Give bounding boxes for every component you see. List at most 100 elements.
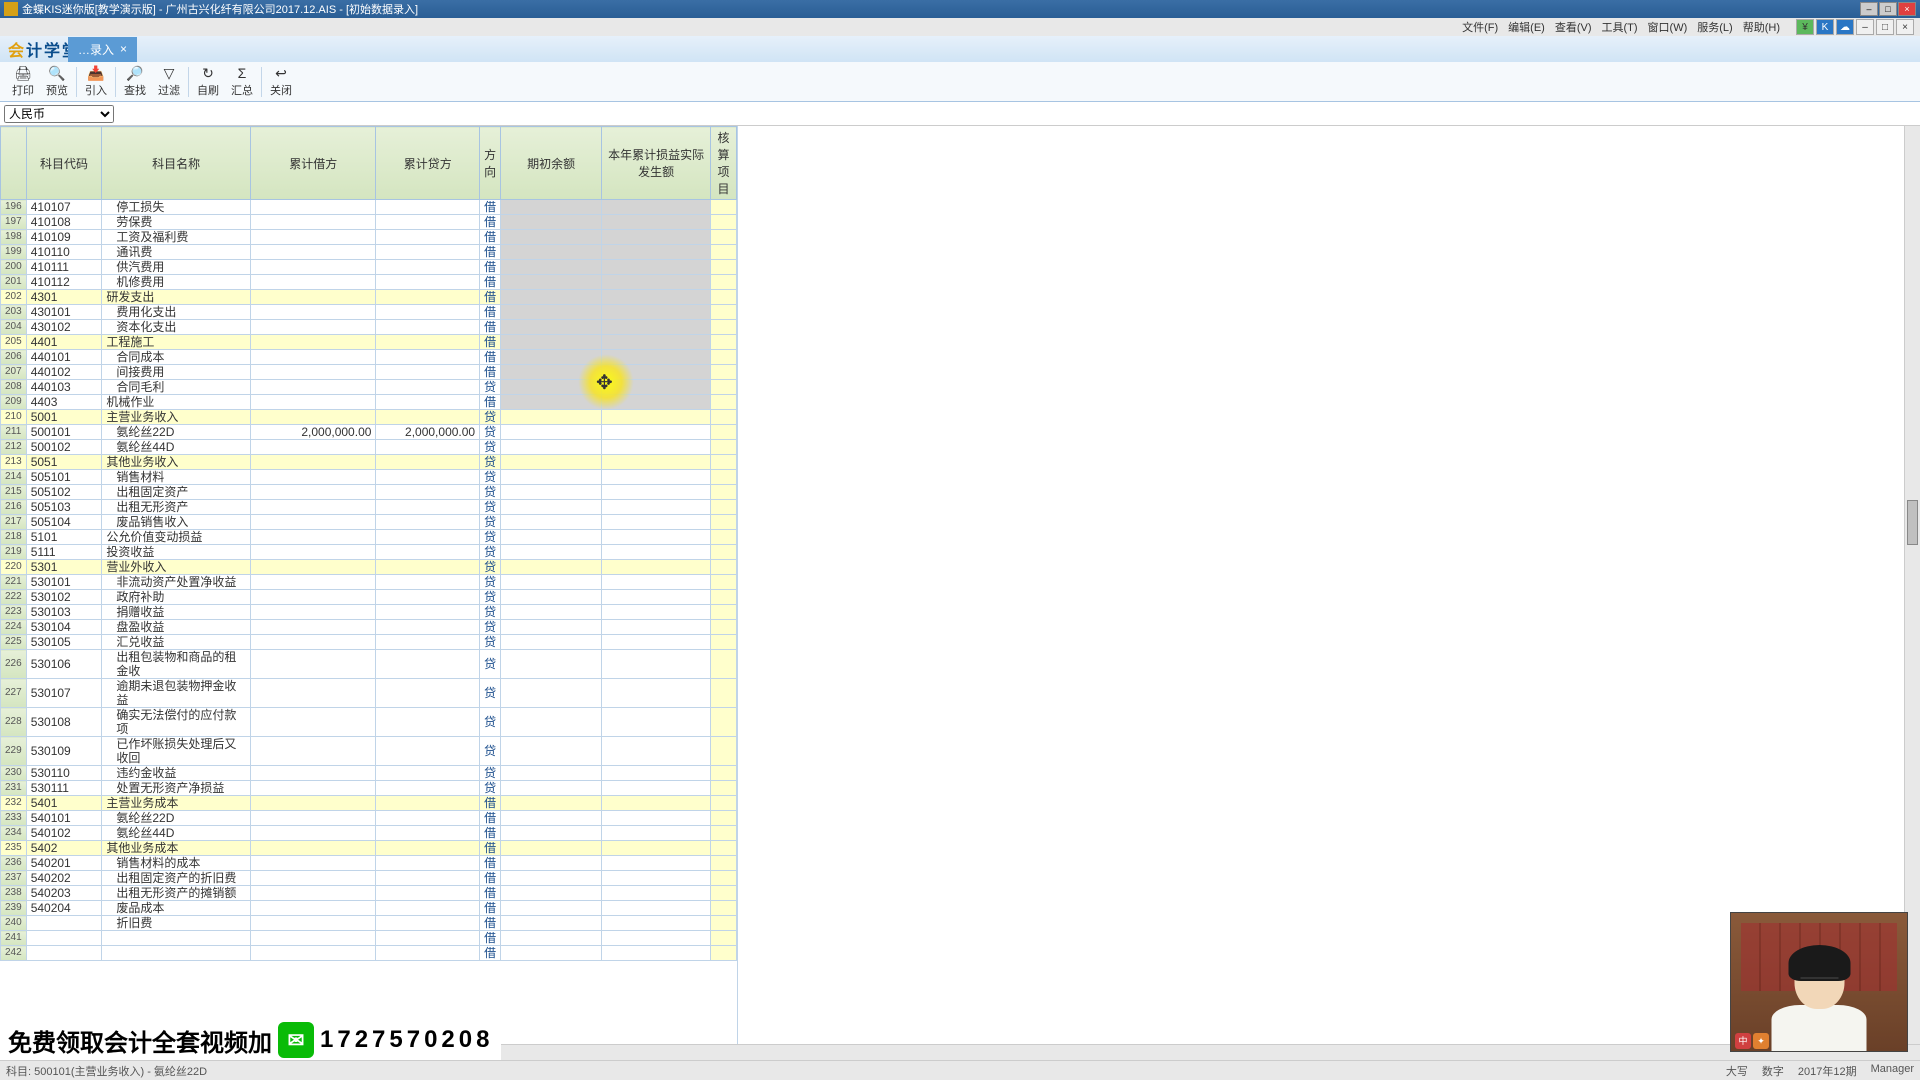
table-row[interactable]: 214505101销售材料贷 [1,470,737,485]
table-row[interactable]: 215505102出租固定资产贷 [1,485,737,500]
table-area: 科目代码 科目名称 累计借方 累计贷方 方向 期初余额 本年累计损益实际发生额 … [0,126,1920,1060]
child-close-button[interactable]: × [1896,19,1914,35]
close-button[interactable]: × [1898,2,1916,16]
table-row[interactable]: 211500101氨纶丝22D2,000,000.002,000,000.00贷 [1,425,737,440]
table-row[interactable]: 198410109工资及福利费借 [1,230,737,245]
table-row[interactable]: 216505103出租无形资产贷 [1,500,737,515]
service-icon-1[interactable]: ¥ [1796,19,1814,35]
app-icon [4,2,18,16]
filter-icon: ▽ [161,65,177,81]
sum-icon: Σ [234,65,250,81]
menu-tool[interactable]: 工具(T) [1602,19,1638,35]
table-row[interactable]: 207440102间接费用借 [1,365,737,380]
table-row[interactable]: 2054401工程施工借 [1,335,737,350]
table-row[interactable]: 2135051其他业务收入贷 [1,455,737,470]
refresh-icon: ↻ [200,65,216,81]
print-button[interactable]: 🖨打印 [6,64,40,100]
col-year[interactable]: 本年累计损益实际发生额 [602,127,711,200]
child-restore-button[interactable]: □ [1876,19,1894,35]
table-row[interactable]: 228530108确实无法偿付的应付款项贷 [1,708,737,737]
filter-button[interactable]: ▽过滤 [152,64,186,100]
table-row[interactable]: 237540202出租固定资产的折旧费借 [1,871,737,886]
promo-text: 免费领取会计全套视频加 [8,1023,272,1058]
child-minimize-button[interactable]: – [1856,19,1874,35]
table-row[interactable]: 230530110违约金收益贷 [1,766,737,781]
table-row[interactable]: 212500102氨纶丝44D贷 [1,440,737,455]
maximize-button[interactable]: □ [1879,2,1897,16]
table-row[interactable]: 2094403机械作业借 [1,395,737,410]
logo-strip: 会会计学堂计学堂 …录入 × [0,36,1920,62]
close-doc-button[interactable]: ↩关闭 [264,64,298,100]
tab-close-icon[interactable]: × [120,42,127,56]
print-icon: 🖨 [15,65,31,81]
col-debit[interactable]: 累计借方 [251,127,376,200]
table-row[interactable]: 206440101合同成本借 [1,350,737,365]
table-row[interactable]: 201410112机修费用借 [1,275,737,290]
col-aux[interactable]: 核算项目 [711,127,737,200]
scrollbar-thumb[interactable] [1907,500,1918,545]
table-row[interactable]: 238540203出租无形资产的摊销额借 [1,886,737,901]
find-button[interactable]: 🔎查找 [118,64,152,100]
table-row[interactable]: 2195111投资收益贷 [1,545,737,560]
status-user: Manager [1871,1063,1914,1079]
currency-select[interactable]: 人民币 [4,105,114,123]
table-row[interactable]: 197410108劳保费借 [1,215,737,230]
col-credit[interactable]: 累计贷方 [376,127,480,200]
minimize-button[interactable]: – [1860,2,1878,16]
table-row[interactable]: 233540101氨纶丝22D借 [1,811,737,826]
table-row[interactable]: 2205301营业外收入贷 [1,560,737,575]
tab-initial-data[interactable]: …录入 × [68,37,137,62]
table-row[interactable]: 229530109已作坏账损失处理后又收回贷 [1,737,737,766]
col-begin[interactable]: 期初余额 [501,127,602,200]
table-row[interactable]: 221530101非流动资产处置净收益贷 [1,575,737,590]
menu-edit[interactable]: 编辑(E) [1508,19,1545,35]
table-row[interactable]: 223530103捐赠收益贷 [1,605,737,620]
grid[interactable]: 科目代码 科目名称 累计借方 累计贷方 方向 期初余额 本年累计损益实际发生额 … [0,126,737,961]
menu-help[interactable]: 帮助(H) [1743,19,1780,35]
table-row[interactable]: 227530107逾期未退包装物押金收益贷 [1,679,737,708]
table-row[interactable]: 199410110通讯费借 [1,245,737,260]
currency-bar: 人民币 [0,102,1920,126]
service-icon-3[interactable]: ☁ [1836,19,1854,35]
menu-view[interactable]: 查看(V) [1555,19,1592,35]
refresh-button[interactable]: ↻自刷 [191,64,225,100]
col-code[interactable]: 科目代码 [26,127,102,200]
preview-icon: 🔍 [49,65,65,81]
close-icon: ↩ [273,65,289,81]
table-row[interactable]: 242借 [1,946,737,961]
table-row[interactable]: 226530106出租包装物和商品的租金收贷 [1,650,737,679]
status-num: 数字 [1762,1063,1784,1079]
preview-button[interactable]: 🔍预览 [40,64,74,100]
menu-window[interactable]: 窗口(W) [1648,19,1688,35]
menu-service[interactable]: 服务(L) [1697,19,1732,35]
wechat-icon: ✉ [278,1022,314,1058]
table-row[interactable]: 204430102资本化支出借 [1,320,737,335]
table-row[interactable]: 231530111处置无形资产净损益贷 [1,781,737,796]
table-row[interactable]: 224530104盘盈收益贷 [1,620,737,635]
table-row[interactable]: 2325401主营业务成本借 [1,796,737,811]
table-row[interactable]: 2105001主营业务收入贷 [1,410,737,425]
table-row[interactable]: 241借 [1,931,737,946]
table-row[interactable]: 208440103合同毛利贷 [1,380,737,395]
table-row[interactable]: 2024301研发支出借 [1,290,737,305]
sum-button[interactable]: Σ汇总 [225,64,259,100]
service-icon-2[interactable]: K [1816,19,1834,35]
status-left: 科目: 500101(主营业务收入) - 氨纶丝22D [6,1063,1726,1079]
table-row[interactable]: 239540204废品成本借 [1,901,737,916]
table-row[interactable]: 222530102政府补助贷 [1,590,737,605]
col-name[interactable]: 科目名称 [102,127,251,200]
table-row[interactable]: 200410111供汽费用借 [1,260,737,275]
table-row[interactable]: 234540102氨纶丝44D借 [1,826,737,841]
table-row[interactable]: 225530105汇兑收益贷 [1,635,737,650]
table-row[interactable]: 236540201销售材料的成本借 [1,856,737,871]
table-row[interactable]: 196410107停工损失借 [1,200,737,215]
find-icon: 🔎 [127,65,143,81]
menu-file[interactable]: 文件(F) [1462,19,1498,35]
table-row[interactable]: 240折旧费借 [1,916,737,931]
table-row[interactable]: 2355402其他业务成本借 [1,841,737,856]
import-button[interactable]: 📥引入 [79,64,113,100]
table-row[interactable]: 203430101费用化支出借 [1,305,737,320]
col-dir[interactable]: 方向 [480,127,501,200]
table-row[interactable]: 2185101公允价值变动损益贷 [1,530,737,545]
table-row[interactable]: 217505104废品销售收入贷 [1,515,737,530]
